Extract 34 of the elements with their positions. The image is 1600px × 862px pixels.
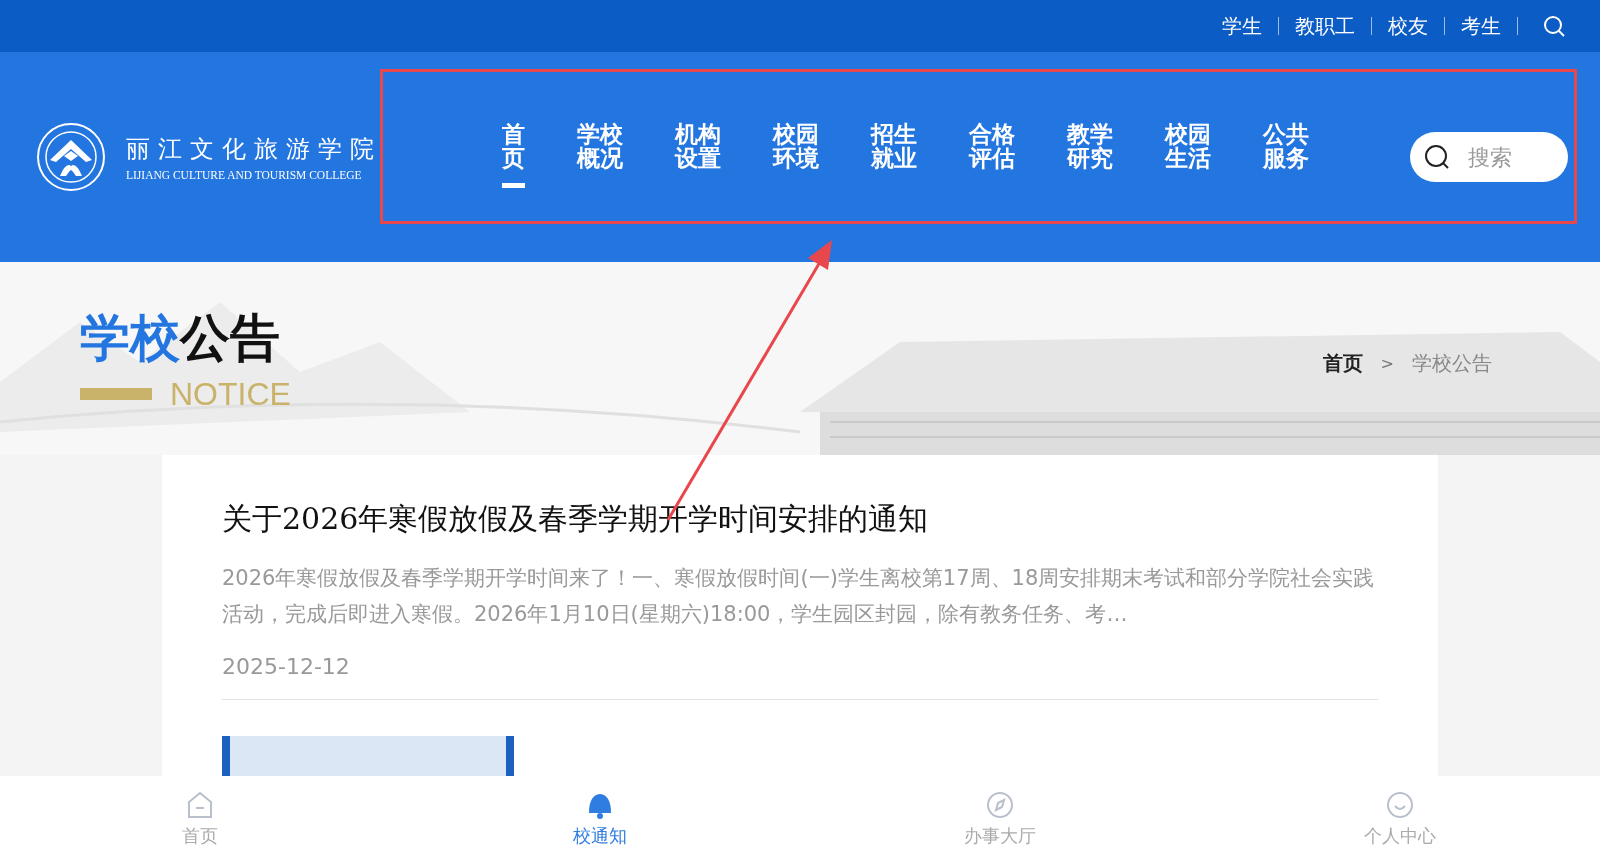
page-subtitle: NOTICE	[170, 375, 291, 413]
tab-item[interactable]: 个人中心	[1200, 776, 1600, 862]
nav-item[interactable]: 机构设置	[675, 121, 721, 193]
search-icon[interactable]	[1542, 14, 1566, 38]
nav-item[interactable]: 学校概况	[577, 121, 623, 193]
breadcrumb-link[interactable]: 学校公告	[1412, 350, 1492, 377]
breadcrumb-link[interactable]: 首页	[1322, 350, 1363, 377]
notice-title[interactable]: 关于2026年寒假放假及春季学期开学时间安排的通知	[222, 499, 1378, 540]
college-emblem-icon	[36, 122, 106, 192]
nav-item[interactable]: 招生就业	[871, 121, 917, 193]
top-link[interactable]: 教职工	[1279, 12, 1371, 40]
search-field[interactable]: 搜索	[1410, 132, 1568, 182]
nav-item[interactable]: 校园环境	[773, 121, 819, 193]
tab-item[interactable]: 办事大厅	[800, 776, 1200, 862]
accent-bar	[80, 388, 152, 400]
notice-summary: 2026年寒假放假及春季学期开学时间来了！一、寒假放假时间(一)学生离校第17周、18周安排期末考试和部分学院社会实践活动，完成后即进入寒假。2026年1月10日(星期六)18:00，学生园区封园，除有教务任务、考…	[222, 565, 1376, 628]
nav-item[interactable]: 合格评估	[969, 121, 1015, 193]
top-link[interactable]: 校友	[1372, 12, 1444, 40]
top-link[interactable]: 学生	[1206, 12, 1278, 40]
home-icon	[185, 790, 215, 820]
nav-item[interactable]: 公共服务	[1263, 121, 1309, 193]
search-icon	[1424, 144, 1450, 170]
top-link[interactable]: 考生	[1445, 12, 1517, 40]
nav-item[interactable]: 校园生活	[1165, 121, 1211, 193]
notice-date: 2025-12-12	[222, 654, 350, 679]
breadcrumb-separator: >	[1380, 354, 1394, 373]
compass-icon	[985, 790, 1015, 820]
college-name: 丽江文化旅游学院	[126, 134, 382, 165]
nav-item[interactable]: 教学研究	[1067, 121, 1113, 193]
college-name-english: LIJIANG CULTURE AND TOURISM COLLEGE	[126, 169, 363, 181]
tab-item[interactable]: 校通知	[400, 776, 800, 862]
smiley-icon	[1385, 790, 1415, 820]
page-title: 学校公告	[80, 306, 281, 369]
tab-item[interactable]: 首页	[0, 776, 400, 862]
